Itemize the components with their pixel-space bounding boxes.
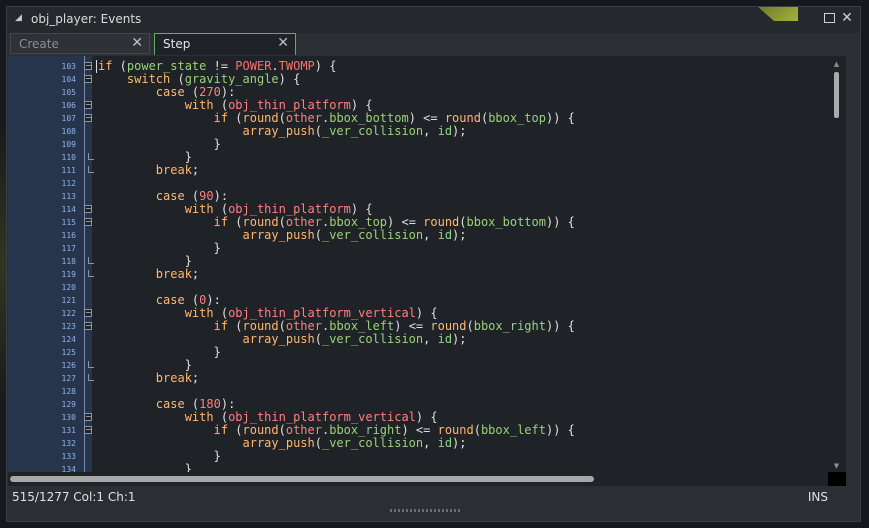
line-number: 109 — [61, 140, 76, 149]
code-text[interactable]: if (power_state != POWER.TWOMP) { switch… — [98, 60, 575, 473]
line-number: 134 — [61, 465, 76, 472]
line-number: 115 — [61, 218, 76, 227]
line-number: 119 — [61, 270, 76, 279]
line-number: 116 — [61, 231, 76, 240]
scroll-corner — [828, 472, 846, 486]
line-number: 125 — [61, 348, 76, 357]
window-titlebar[interactable]: ◢ obj_player: Events ✕ — [7, 7, 860, 33]
code-line[interactable]: break; — [98, 164, 575, 177]
status-bar: 515/1277 Col:1 Ch:1 INS — [8, 486, 846, 508]
code-line[interactable]: } — [98, 463, 575, 473]
tab-create-close-icon[interactable]: ✕ — [131, 35, 143, 51]
line-number: 112 — [61, 179, 76, 188]
fold-end-marker — [88, 153, 94, 160]
line-number: 132 — [61, 439, 76, 448]
line-number: 103 — [61, 62, 76, 71]
line-number: 130 — [61, 413, 76, 422]
line-number: 122 — [61, 309, 76, 318]
tab-step-label: Step — [163, 37, 191, 51]
line-number: 124 — [61, 335, 76, 344]
line-number: 121 — [61, 296, 76, 305]
fold-end-marker — [88, 361, 94, 368]
fold-toggle-icon[interactable]: − — [84, 413, 92, 421]
line-number: 107 — [61, 114, 76, 123]
line-number: 108 — [61, 127, 76, 136]
fold-toggle-icon[interactable]: − — [84, 205, 92, 213]
resize-grip[interactable] — [390, 509, 460, 512]
code-line[interactable]: break; — [98, 268, 575, 281]
tab-create[interactable]: Create ✕ — [10, 33, 150, 54]
titlebar-accent — [758, 7, 798, 21]
close-icon[interactable]: ✕ — [840, 11, 854, 25]
horizontal-scroll-thumb[interactable] — [10, 476, 594, 482]
line-number: 129 — [61, 400, 76, 409]
line-number: 110 — [61, 153, 76, 162]
vertical-scrollbar[interactable]: ▲ ▼ — [832, 60, 841, 471]
line-number: 105 — [61, 88, 76, 97]
window-title: obj_player: Events — [31, 12, 142, 26]
line-number: 111 — [61, 166, 76, 175]
code-editor[interactable]: 103−104−105 106−107−108 109 110 111 112 113 114… — [8, 56, 846, 472]
fold-toggle-icon[interactable]: − — [84, 218, 92, 226]
line-number: 113 — [61, 192, 76, 201]
line-number: 118 — [61, 257, 76, 266]
fold-toggle-icon[interactable]: − — [84, 309, 92, 317]
line-number: 117 — [61, 244, 76, 253]
tab-step-close-icon[interactable]: ✕ — [277, 35, 289, 51]
fold-toggle-icon[interactable]: − — [84, 322, 92, 330]
line-number: 106 — [61, 101, 76, 110]
scroll-up-icon[interactable]: ▲ — [832, 60, 841, 69]
line-number: 133 — [61, 452, 76, 461]
fold-end-marker — [88, 270, 94, 277]
fold-toggle-icon[interactable]: − — [84, 101, 92, 109]
horizontal-scrollbar[interactable] — [8, 472, 828, 486]
restore-icon[interactable] — [822, 11, 836, 25]
fold-end-marker — [88, 257, 94, 264]
line-number: 120 — [61, 283, 76, 292]
fold-end-marker — [88, 166, 94, 173]
line-number: 126 — [61, 361, 76, 370]
collapse-triangle-icon[interactable]: ◢ — [15, 13, 22, 23]
line-number: 123 — [61, 322, 76, 331]
line-number: 131 — [61, 426, 76, 435]
line-number: 114 — [61, 205, 76, 214]
vertical-scroll-thumb[interactable] — [834, 72, 839, 118]
fold-end-marker — [88, 374, 94, 381]
insert-mode-indicator: INS — [807, 490, 828, 504]
line-number: 127 — [61, 374, 76, 383]
tab-create-label: Create — [19, 37, 59, 51]
line-number: 128 — [61, 387, 76, 396]
cursor-position: 515/1277 Col:1 Ch:1 — [12, 490, 136, 504]
line-number: 104 — [61, 75, 76, 84]
fold-toggle-icon[interactable]: − — [84, 75, 92, 83]
fold-toggle-icon[interactable]: − — [84, 62, 92, 70]
fold-toggle-icon[interactable]: − — [84, 426, 92, 434]
tab-step[interactable]: Step ✕ — [154, 33, 296, 55]
scroll-down-icon[interactable]: ▼ — [832, 462, 841, 471]
code-line[interactable]: break; — [98, 372, 575, 385]
text-cursor — [96, 60, 97, 73]
fold-toggle-icon[interactable]: − — [84, 114, 92, 122]
